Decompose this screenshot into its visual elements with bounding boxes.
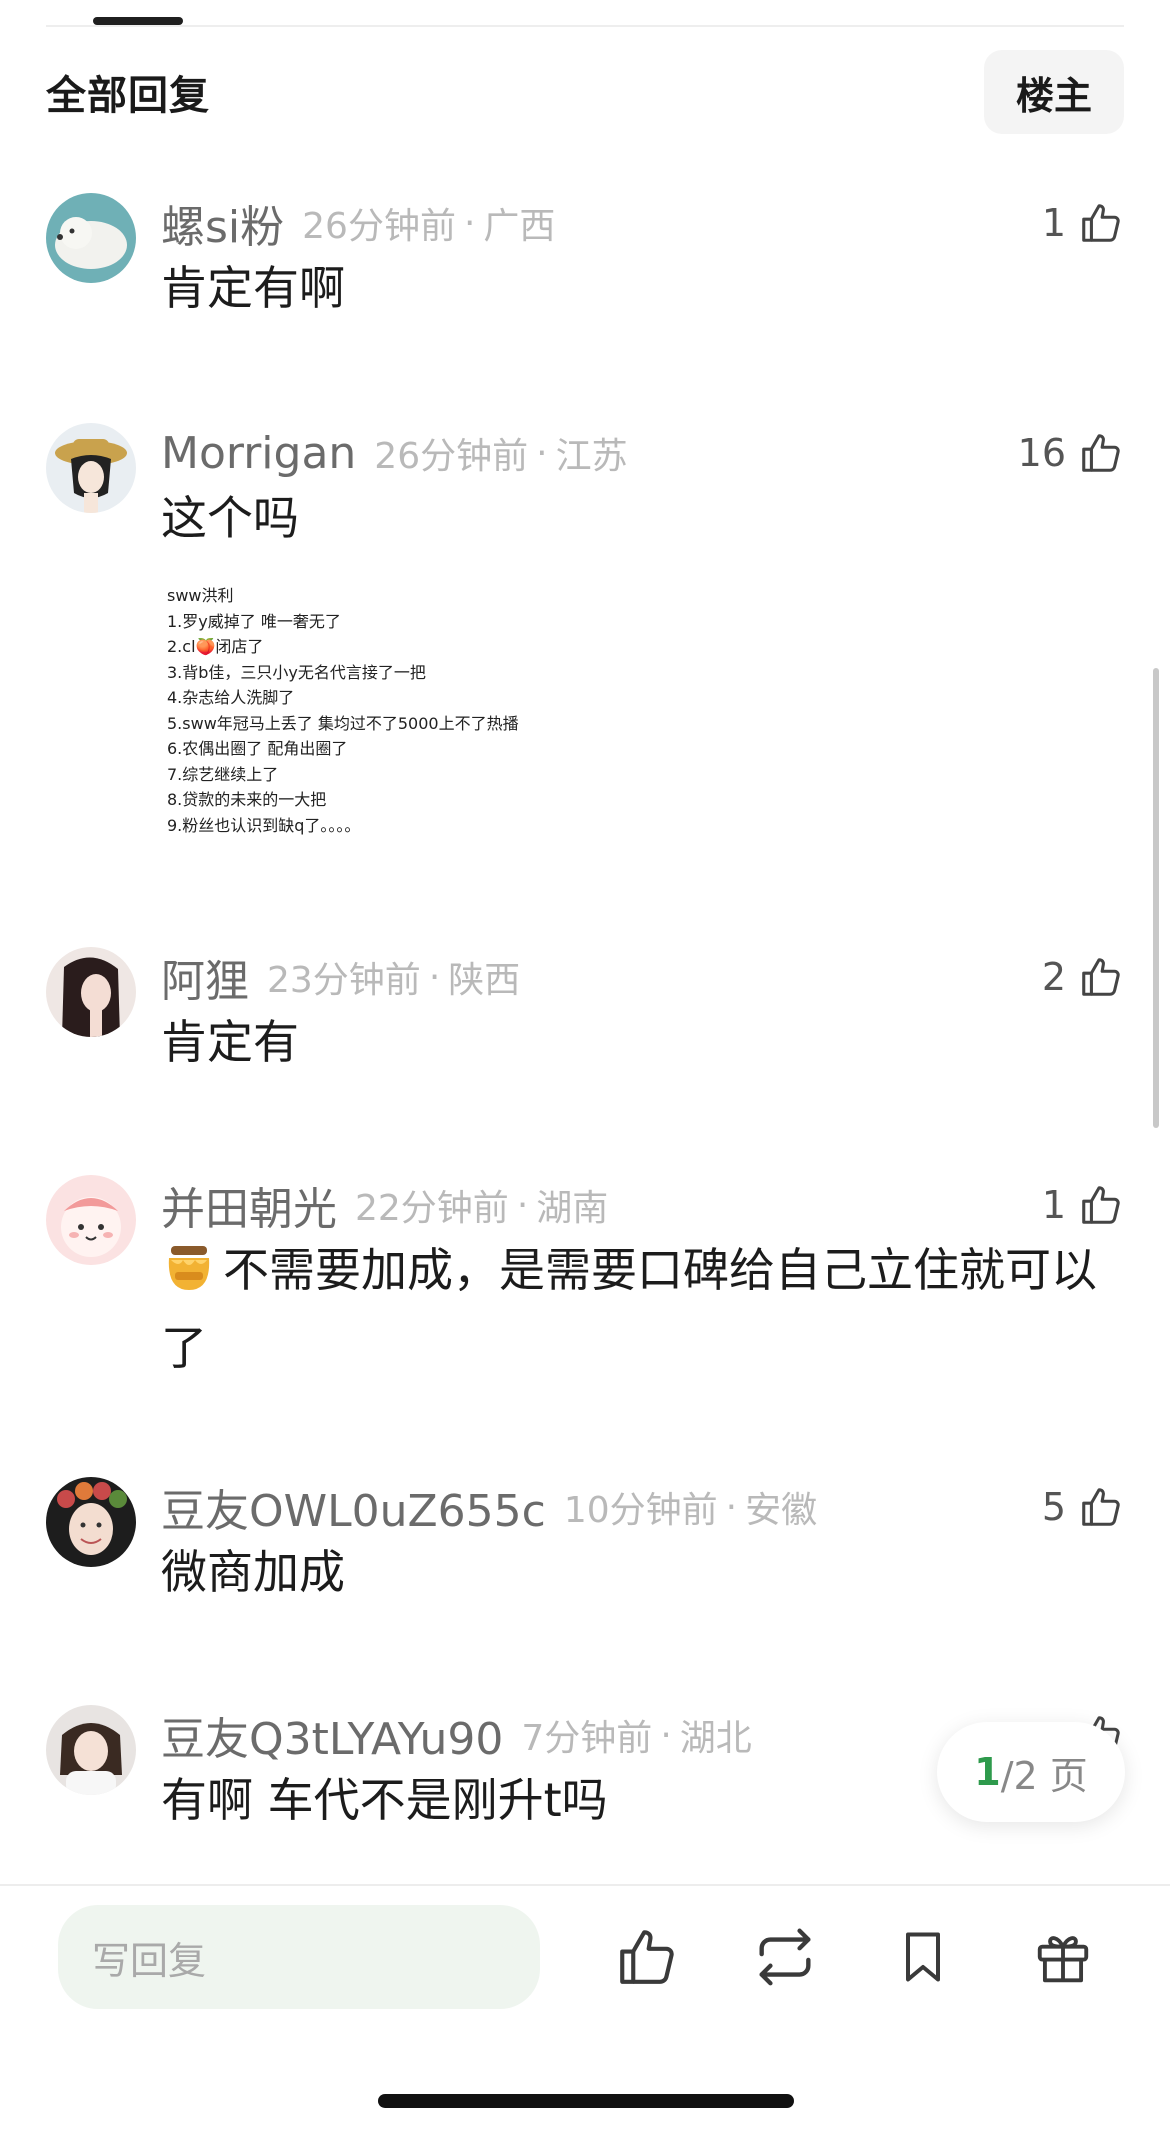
image-text-line: sww洪利 [167,586,234,605]
timestamp: 23分钟前 [267,960,421,1001]
timestamp: 10分钟前 [563,1490,718,1531]
comment-meta: 阿狸 23分钟前 · 陕西 [161,947,520,1007]
username[interactable]: 豆友OWL0uZ655c [161,1475,546,1539]
reply-header: 全部回复 楼主 [46,50,1124,134]
thumbs-up-icon [1078,200,1124,246]
location: 陕西 [448,960,521,1001]
like-button[interactable]: 5 [1042,1477,1124,1537]
comment-meta: 螺si粉 26分钟前 · 广西 [161,193,555,253]
thumbs-up-icon [1078,1484,1124,1530]
like-count: 2 [1041,955,1066,999]
comment-text: 这个吗 [161,491,299,545]
scrollbar[interactable] [1153,668,1159,1128]
avatar[interactable] [46,193,136,283]
like-count: 5 [1041,1485,1066,1529]
tab-indicator [93,17,183,25]
like-count: 1 [1041,1183,1066,1227]
separator: · [516,1184,529,1226]
separator: · [428,956,441,998]
comment-item: 螺si粉 26分钟前 · 广西 1 肯定有啊 [46,193,1124,323]
page-indicator[interactable]: 1/2 页 [937,1722,1125,1822]
username[interactable]: 阿狸 [161,945,249,1009]
reply-placeholder: 写回复 [92,1938,207,1983]
like-count: 16 [1017,431,1066,475]
like-count: 1 [1041,201,1066,245]
attached-image[interactable]: sww洪利 1.罗y威掉了 唯一奢无了 2.cl🍑闭店了 3.背b佳，三只小y无… [161,583,721,848]
avatar[interactable] [46,947,136,1037]
image-text-line: 2.cl🍑闭店了 [167,637,264,656]
current-page: 1 [974,1750,1001,1794]
like-button[interactable]: 1 [1042,1175,1124,1235]
divider [0,1884,1170,1886]
separator: · [463,202,476,244]
separator: · [660,1714,672,1756]
honey-pot-icon [161,1238,217,1313]
timestamp: 26分钟前 [374,436,529,477]
thumbs-up-icon [1078,954,1124,1000]
separator: · [725,1486,738,1528]
location: 广西 [483,206,556,247]
image-text-line: 3.背b佳，三只小y无名代言接了一把 [167,662,426,682]
comment-meta: Morrigan 26分钟前 · 江苏 [161,423,628,483]
comment-item: 豆友OWL0uZ655c 10分钟前 · 安徽 5 微商加成 [46,1477,1124,1607]
bookmark-icon[interactable] [884,1918,962,1996]
comment-meta: 豆友Q3tLYAYu90 7分钟前 · 湖北 [161,1705,752,1765]
gift-icon[interactable] [1024,1918,1102,1996]
username[interactable]: 螺si粉 [161,191,284,255]
comment-text-block: 不需要加成，是需要口碑给自己立住就可以了 [161,1235,1124,1383]
separator: · [536,432,548,474]
avatar[interactable] [46,1477,136,1567]
thumbs-up-icon [1078,1182,1124,1228]
op-only-button[interactable]: 楼主 [983,50,1124,134]
username[interactable]: Morrigan [161,428,356,479]
comment-item: 并田朝光 22分钟前 · 湖南 1 不需要加成，是需要口碑给自己立住就可以了 [46,1175,1124,1375]
divider [46,25,1124,27]
comment-item: 阿狸 23分钟前 · 陕西 2 肯定有 [46,947,1124,1077]
image-text-line: 1.罗y威掉了 唯一奢无了 [167,611,341,631]
thumbs-up-icon [1078,430,1124,476]
home-indicator[interactable] [378,2094,794,2108]
comment-item: Morrigan 26分钟前 · 江苏 16 这个吗 sww洪利 1.罗y威掉了… [46,423,1124,863]
timestamp: 22分钟前 [355,1188,509,1229]
location: 湖南 [536,1188,609,1229]
avatar[interactable] [46,1705,136,1795]
thumbs-up-icon[interactable] [608,1918,686,1996]
image-text-line: 8.贷款的未来的一大把 [167,790,327,809]
image-text-line: 4.杂志给人洗脚了 [167,688,295,707]
timestamp: 26分钟前 [302,206,456,247]
like-button[interactable]: 2 [1042,947,1124,1007]
location: 江苏 [555,436,628,477]
comment-text: 肯定有 [161,1015,299,1069]
location: 安徽 [745,1490,818,1531]
location: 湖北 [679,1718,752,1759]
avatar[interactable] [46,1175,136,1265]
total-pages: /2 页 [1000,1753,1088,1798]
avatar[interactable] [46,423,136,513]
reply-input[interactable]: 写回复 [58,1905,540,2009]
repost-icon[interactable] [746,1918,824,1996]
image-text-line: 6.农偶出圈了 配角出圈了 [167,739,348,758]
username[interactable]: 豆友Q3tLYAYu90 [161,1703,503,1767]
like-button[interactable]: 16 [1018,423,1124,483]
all-replies-title: 全部回复 [46,73,210,119]
comment-text: 微商加成 [161,1545,345,1599]
timestamp: 7分钟前 [521,1718,653,1759]
comment-text: 不需要加成，是需要口碑给自己立住就可以了 [161,1243,1097,1375]
like-button[interactable]: 1 [1042,193,1124,253]
comment-meta: 并田朝光 22分钟前 · 湖南 [161,1175,608,1235]
comment-text: 肯定有啊 [161,261,345,315]
image-text-line: 9.粉丝也认识到缺q了。。。。 [167,815,361,835]
username[interactable]: 并田朝光 [161,1173,337,1237]
image-text-line: 7.综艺继续上了 [167,764,279,784]
image-text-line: 5.sww年冠马上丢了 集均过不了5000上不了热播 [167,713,519,733]
comment-meta: 豆友OWL0uZ655c 10分钟前 · 安徽 [161,1477,817,1537]
